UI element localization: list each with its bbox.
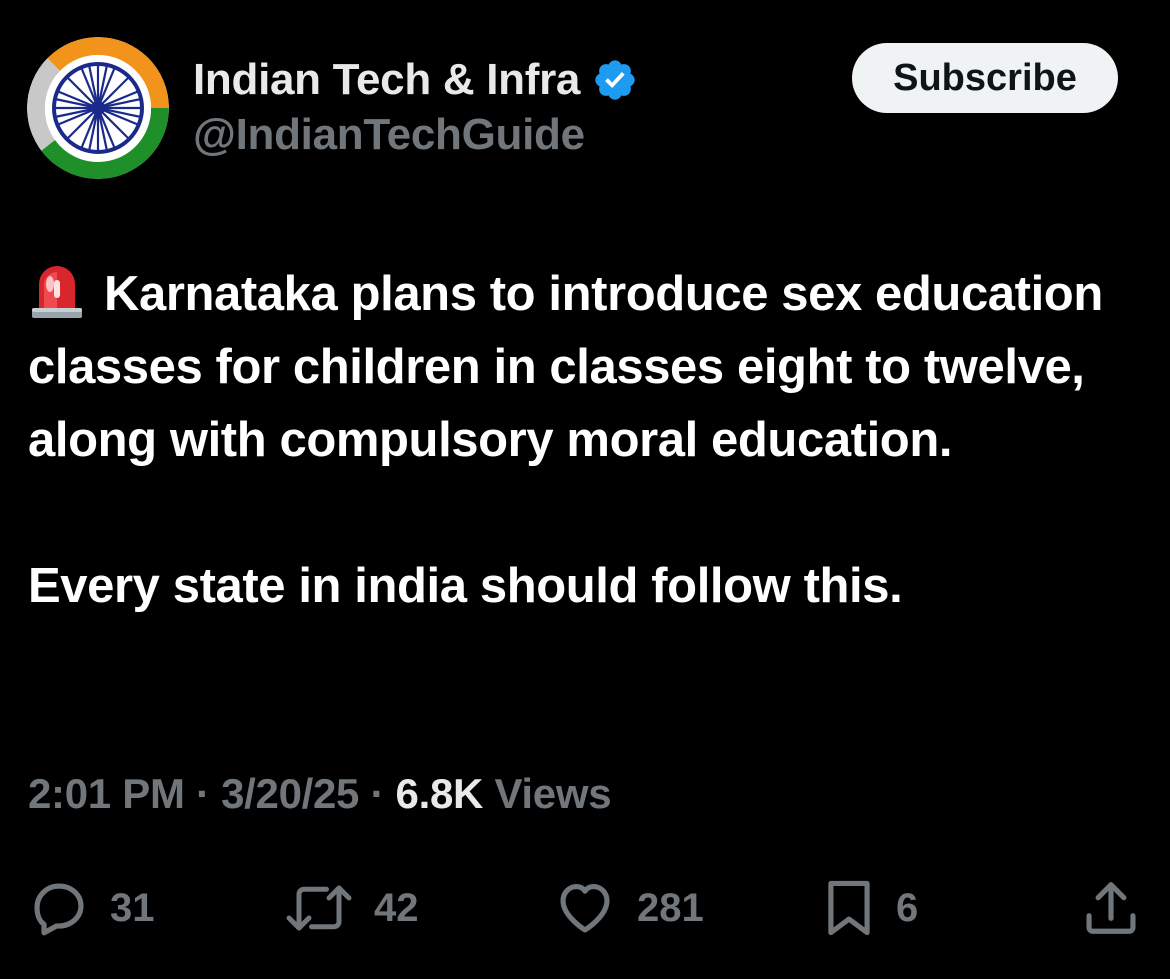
- like-button[interactable]: 281: [553, 868, 704, 948]
- bookmark-count: 6: [896, 885, 919, 930]
- share-button[interactable]: [1080, 868, 1142, 948]
- police-siren-icon: [28, 262, 86, 320]
- tweet-date[interactable]: 3/20/25: [221, 770, 359, 817]
- tweet-paragraph: Karnataka plans to introduce sex educati…: [28, 258, 1143, 477]
- reply-icon: [34, 883, 84, 936]
- tweet-header: Indian Tech & Infra @IndianTechGuide Sub…: [0, 0, 1170, 200]
- repost-count: 42: [374, 885, 419, 930]
- name-row: Indian Tech & Infra: [193, 52, 638, 108]
- bookmark-button[interactable]: 6: [822, 868, 918, 948]
- repost-icon: [286, 885, 352, 931]
- tweet-paragraph: Every state in india should follow this.: [28, 559, 903, 613]
- tweet-meta: 2:01 PM · 3/20/25 · 6.8K Views: [28, 770, 612, 818]
- action-bar: 31 42 281 6: [0, 868, 1170, 948]
- repost-button[interactable]: 42: [284, 868, 419, 948]
- ashoka-chakra-logo-icon: [27, 37, 169, 179]
- meta-separator: ·: [370, 770, 385, 817]
- tweet-time[interactable]: 2:01 PM: [28, 770, 185, 817]
- tweet-paragraph-text: Karnataka plans to introduce sex educati…: [28, 267, 1103, 467]
- like-count: 281: [637, 885, 704, 930]
- meta-separator: ·: [196, 770, 210, 817]
- reply-count: 31: [110, 885, 155, 930]
- display-name[interactable]: Indian Tech & Infra: [193, 55, 580, 105]
- tweet-body: Karnataka plans to introduce sex educati…: [28, 258, 1143, 623]
- views-label: Views: [494, 770, 612, 817]
- bookmark-icon: [828, 880, 870, 936]
- user-handle[interactable]: @IndianTechGuide: [193, 110, 585, 160]
- avatar[interactable]: [27, 37, 169, 179]
- verified-badge-icon[interactable]: [592, 57, 638, 103]
- heart-icon: [560, 883, 610, 933]
- reply-button[interactable]: 31: [28, 868, 155, 948]
- share-icon: [1086, 882, 1136, 934]
- subscribe-button[interactable]: Subscribe: [852, 43, 1118, 113]
- views-count: 6.8K: [395, 770, 484, 817]
